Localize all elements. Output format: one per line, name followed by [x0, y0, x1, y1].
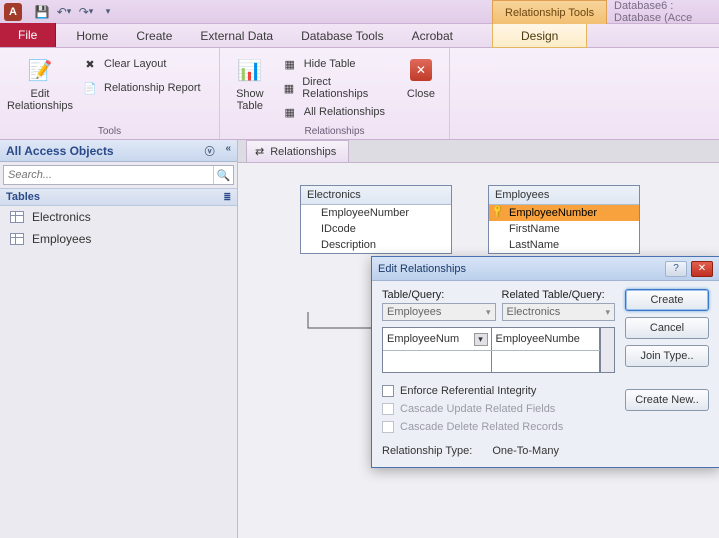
dialog-help-button[interactable]: ? — [665, 261, 687, 277]
table-query-combo[interactable]: Employees — [382, 303, 496, 321]
relationship-report-icon: 📄 — [82, 80, 98, 96]
right-field-cell[interactable]: EmployeeNumbe — [492, 328, 601, 350]
show-table-icon: 📊 — [234, 54, 266, 86]
all-relationships-icon: ▦ — [282, 104, 298, 120]
all-relationships-button[interactable]: ▦All Relationships — [282, 102, 391, 122]
table-icon — [10, 211, 24, 223]
nav-section-tables[interactable]: Tables ≣ — [0, 188, 237, 206]
qat-undo-icon[interactable]: ↶▾ — [54, 3, 74, 21]
edit-relationships-button[interactable]: 📝 Edit Relationships — [8, 52, 72, 112]
field-item[interactable]: EmployeeNumber — [489, 205, 639, 221]
hide-table-button[interactable]: ▦Hide Table — [282, 54, 391, 74]
field-item[interactable]: IDcode — [301, 221, 451, 237]
relationships-tab-icon: ⇄ — [255, 145, 264, 158]
join-type-button[interactable]: Join Type.. — [625, 345, 709, 367]
nav-search[interactable]: 🔍 — [3, 165, 234, 185]
close-icon: ✕ — [405, 54, 437, 86]
table-box-employees[interactable]: Employees EmployeeNumber FirstName LastN… — [488, 185, 640, 254]
navigation-pane: All Access Objects ⓥ « 🔍 Tables ≣ Electr… — [0, 140, 238, 538]
related-table-query-label: Related Table/Query: — [502, 289, 616, 301]
close-button[interactable]: ✕ Close — [401, 52, 441, 100]
relationship-report-button[interactable]: 📄Relationship Report — [82, 78, 201, 98]
group-label-relationships: Relationships — [220, 126, 449, 139]
nav-collapse-icon[interactable]: « — [225, 143, 231, 158]
table-header: Employees — [489, 186, 639, 205]
field-item[interactable]: EmployeeNumber — [301, 205, 451, 221]
title-bar: A 💾 ↶▾ ↷▾ ▾ — [0, 0, 719, 24]
show-table-button[interactable]: 📊 Show Table — [228, 52, 272, 112]
related-table-query-combo[interactable]: Electronics — [502, 303, 616, 321]
direct-relationships-icon: ▦ — [282, 80, 297, 96]
nav-header[interactable]: All Access Objects ⓥ « — [0, 140, 237, 162]
app-icon: A — [4, 3, 22, 21]
qat-redo-icon[interactable]: ↷▾ — [76, 3, 96, 21]
table-box-electronics[interactable]: Electronics EmployeeNumber IDcode Descri… — [300, 185, 452, 254]
search-icon[interactable]: 🔍 — [213, 166, 233, 184]
search-input[interactable] — [4, 166, 213, 184]
tab-design[interactable]: Design — [492, 24, 587, 48]
cascade-delete-checkbox: Cascade Delete Related Records — [382, 421, 615, 433]
hide-table-icon: ▦ — [282, 56, 298, 72]
clear-layout-icon: ✖ — [82, 56, 98, 72]
create-button[interactable]: Create — [625, 289, 709, 311]
enforce-integrity-checkbox[interactable]: Enforce Referential Integrity — [382, 385, 615, 397]
edit-relationships-icon: 📝 — [24, 54, 56, 86]
empty-field-cell[interactable] — [492, 351, 601, 372]
field-item[interactable]: FirstName — [489, 221, 639, 237]
edit-relationships-dialog: Edit Relationships ? ✕ Table/Query: Empl… — [371, 256, 719, 468]
nav-dropdown-icon[interactable]: ⓥ — [205, 143, 215, 158]
contextual-tab-title: Relationship Tools — [492, 0, 607, 24]
tab-acrobat[interactable]: Acrobat — [398, 25, 467, 47]
field-item[interactable]: Description — [301, 237, 451, 253]
tab-file[interactable]: File — [0, 23, 56, 47]
table-header: Electronics — [301, 186, 451, 205]
grid-scrollbar[interactable] — [601, 327, 615, 373]
table-query-label: Table/Query: — [382, 289, 496, 301]
qat-save-icon[interactable]: 💾 — [32, 3, 52, 21]
nav-item-electronics[interactable]: Electronics — [0, 206, 237, 228]
empty-field-cell[interactable] — [383, 351, 492, 372]
section-collapse-icon[interactable]: ≣ — [223, 192, 231, 203]
group-label-tools: Tools — [0, 126, 219, 139]
create-new-button[interactable]: Create New.. — [625, 389, 709, 411]
field-mapping-grid[interactable]: EmployeeNum EmployeeNumbe — [382, 327, 601, 373]
dialog-titlebar[interactable]: Edit Relationships ? ✕ — [372, 257, 719, 281]
ribbon: 📝 Edit Relationships ✖Clear Layout 📄Rela… — [0, 48, 719, 140]
relationship-type-value: One-To-Many — [492, 445, 559, 457]
field-item[interactable]: LastName — [489, 237, 639, 253]
clear-layout-button[interactable]: ✖Clear Layout — [82, 54, 201, 74]
dialog-close-button[interactable]: ✕ — [691, 261, 713, 277]
tab-home[interactable]: Home — [62, 25, 122, 47]
window-title: Database6 : Database (Acce — [614, 0, 719, 24]
left-field-cell[interactable]: EmployeeNum — [383, 328, 492, 350]
qat-customize-icon[interactable]: ▾ — [98, 3, 118, 21]
tab-create[interactable]: Create — [122, 25, 186, 47]
relationship-type-label: Relationship Type: — [382, 445, 472, 457]
document-tab-relationships[interactable]: ⇄ Relationships — [246, 140, 349, 162]
tab-external-data[interactable]: External Data — [186, 25, 287, 47]
cancel-button[interactable]: Cancel — [625, 317, 709, 339]
direct-relationships-button[interactable]: ▦Direct Relationships — [282, 78, 391, 98]
cascade-update-checkbox: Cascade Update Related Fields — [382, 403, 615, 415]
ribbon-tabs: File Home Create External Data Database … — [0, 24, 719, 48]
tab-database-tools[interactable]: Database Tools — [287, 25, 398, 47]
table-icon — [10, 233, 24, 245]
nav-item-employees[interactable]: Employees — [0, 228, 237, 250]
